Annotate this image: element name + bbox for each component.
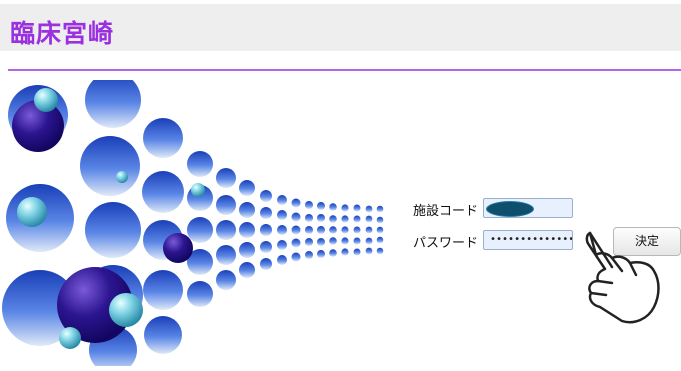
password-value: •••••••••••••• — [490, 234, 573, 245]
header-divider — [8, 69, 681, 71]
redacted-code-mark — [486, 201, 534, 217]
password-label: パスワード — [413, 236, 479, 251]
bubbles-illustration — [2, 80, 384, 366]
pointing-hand-icon — [585, 231, 660, 324]
facility-code-input[interactable] — [483, 198, 573, 218]
facility-code-label: 施設コード — [413, 204, 479, 219]
site-title: 臨床宮崎 — [10, 19, 115, 48]
password-input[interactable]: •••••••••••••• — [483, 230, 573, 250]
header-bar: 臨床宮崎 — [0, 4, 681, 51]
